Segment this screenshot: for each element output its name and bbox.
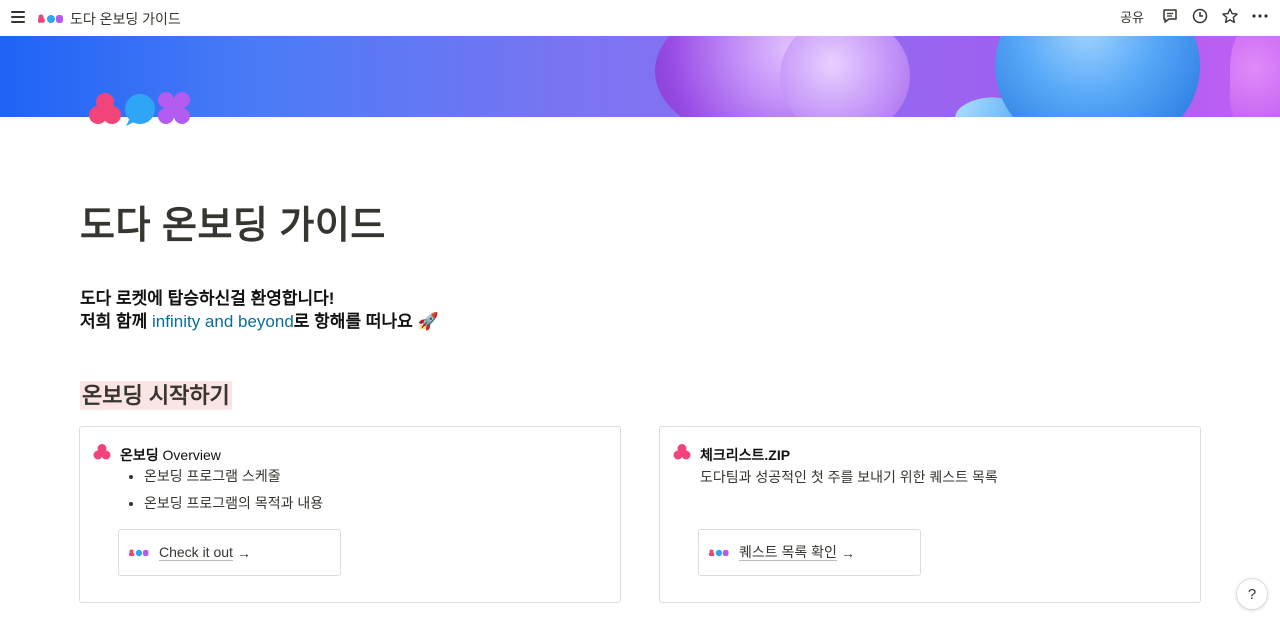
link-label: Check it out — [159, 544, 233, 561]
comment-icon[interactable] — [1160, 6, 1180, 26]
infinity-link[interactable]: infinity and beyond — [152, 312, 294, 331]
arrow-icon: → — [840, 544, 855, 561]
share-button[interactable]: 공유 — [1120, 7, 1144, 26]
card-title: 온보딩 Overview — [120, 446, 221, 463]
breadcrumb-title: 도다 온보딩 가이드 — [70, 11, 181, 27]
link-label: 퀘스트 목록 확인 — [739, 544, 837, 561]
list-item: 온보딩 프로그램의 목적과 내용 — [144, 490, 323, 517]
quest-list-link[interactable]: 퀘스트 목록 확인 → — [698, 529, 921, 576]
onboarding-overview-card: 온보딩 Overview 온보딩 프로그램 스케줄 온보딩 프로그램의 목적과 … — [79, 426, 621, 603]
menu-icon[interactable] — [9, 8, 27, 26]
page-icon[interactable] — [86, 90, 194, 128]
doda-pink-icon — [672, 443, 692, 466]
arrow-icon: → — [236, 544, 251, 561]
breadcrumb[interactable]: 도다 온보딩 가이드 — [38, 9, 181, 29]
intro-line-2: 저희 함께 infinity and beyond로 항해를 떠나요 🚀 — [80, 312, 439, 331]
intro-text: 도다 로켓에 탑승하신걸 환영합니다! 저희 함께 infinity and b… — [80, 287, 439, 333]
card-description: 도다팀과 성공적인 첫 주를 보내기 위한 퀘스트 목록 — [700, 469, 998, 485]
doda-logo-icon — [129, 549, 149, 557]
history-icon[interactable] — [1190, 6, 1210, 26]
doda-pink-icon — [92, 443, 112, 466]
checklist-card: 체크리스트.ZIP 도다팀과 성공적인 첫 주를 보내기 위한 퀘스트 목록 퀘… — [659, 426, 1201, 603]
intro-line-1: 도다 로켓에 탑승하신걸 환영합니다! — [80, 289, 335, 308]
doda-logo-icon — [38, 14, 64, 24]
page-title: 도다 온보딩 가이드 — [80, 205, 386, 247]
list-item: 온보딩 프로그램 스케줄 — [144, 463, 323, 490]
help-button[interactable]: ? — [1236, 578, 1268, 610]
star-icon[interactable] — [1220, 6, 1240, 26]
top-bar: 도다 온보딩 가이드 공유 — [0, 0, 1280, 35]
more-icon[interactable] — [1250, 6, 1270, 26]
card-title: 체크리스트.ZIP — [700, 446, 791, 463]
bullet-list: 온보딩 프로그램 스케줄 온보딩 프로그램의 목적과 내용 — [124, 463, 323, 517]
section-heading: 온보딩 시작하기 — [80, 381, 232, 410]
check-it-out-link[interactable]: Check it out → — [118, 529, 341, 576]
doda-logo-icon — [709, 549, 729, 557]
